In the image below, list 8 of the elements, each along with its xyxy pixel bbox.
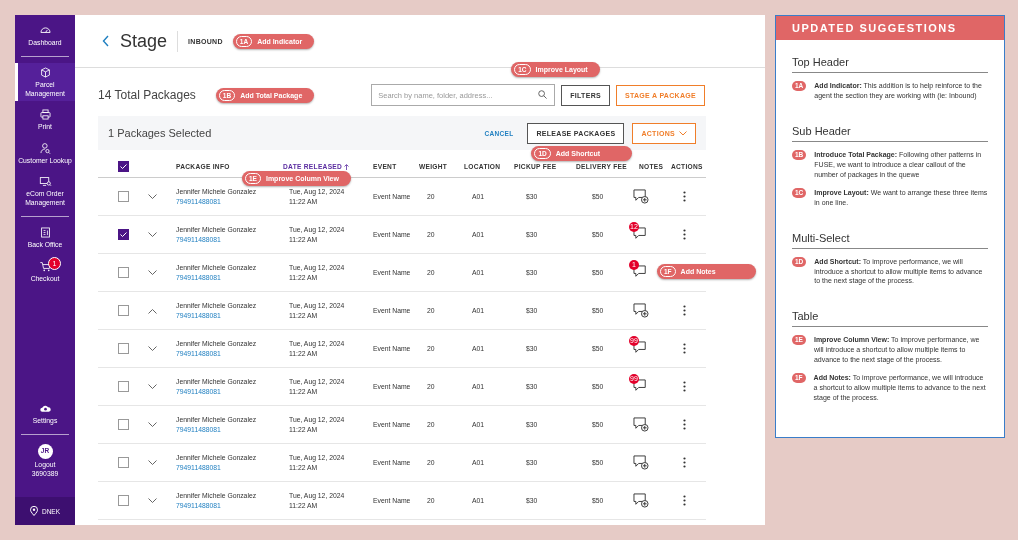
- panel-title: UPDATED SUGGESTIONS: [776, 16, 1004, 40]
- total-packages: 14 Total Packages: [98, 88, 196, 102]
- page-title: Stage: [120, 30, 179, 52]
- section-heading: Multi-Select: [792, 225, 988, 249]
- section-heading: Table: [792, 304, 988, 328]
- section-heading: Top Header: [792, 50, 988, 73]
- section-heading: Sub Header: [792, 118, 988, 142]
- selected-count: 1 Packages Selected: [108, 127, 212, 139]
